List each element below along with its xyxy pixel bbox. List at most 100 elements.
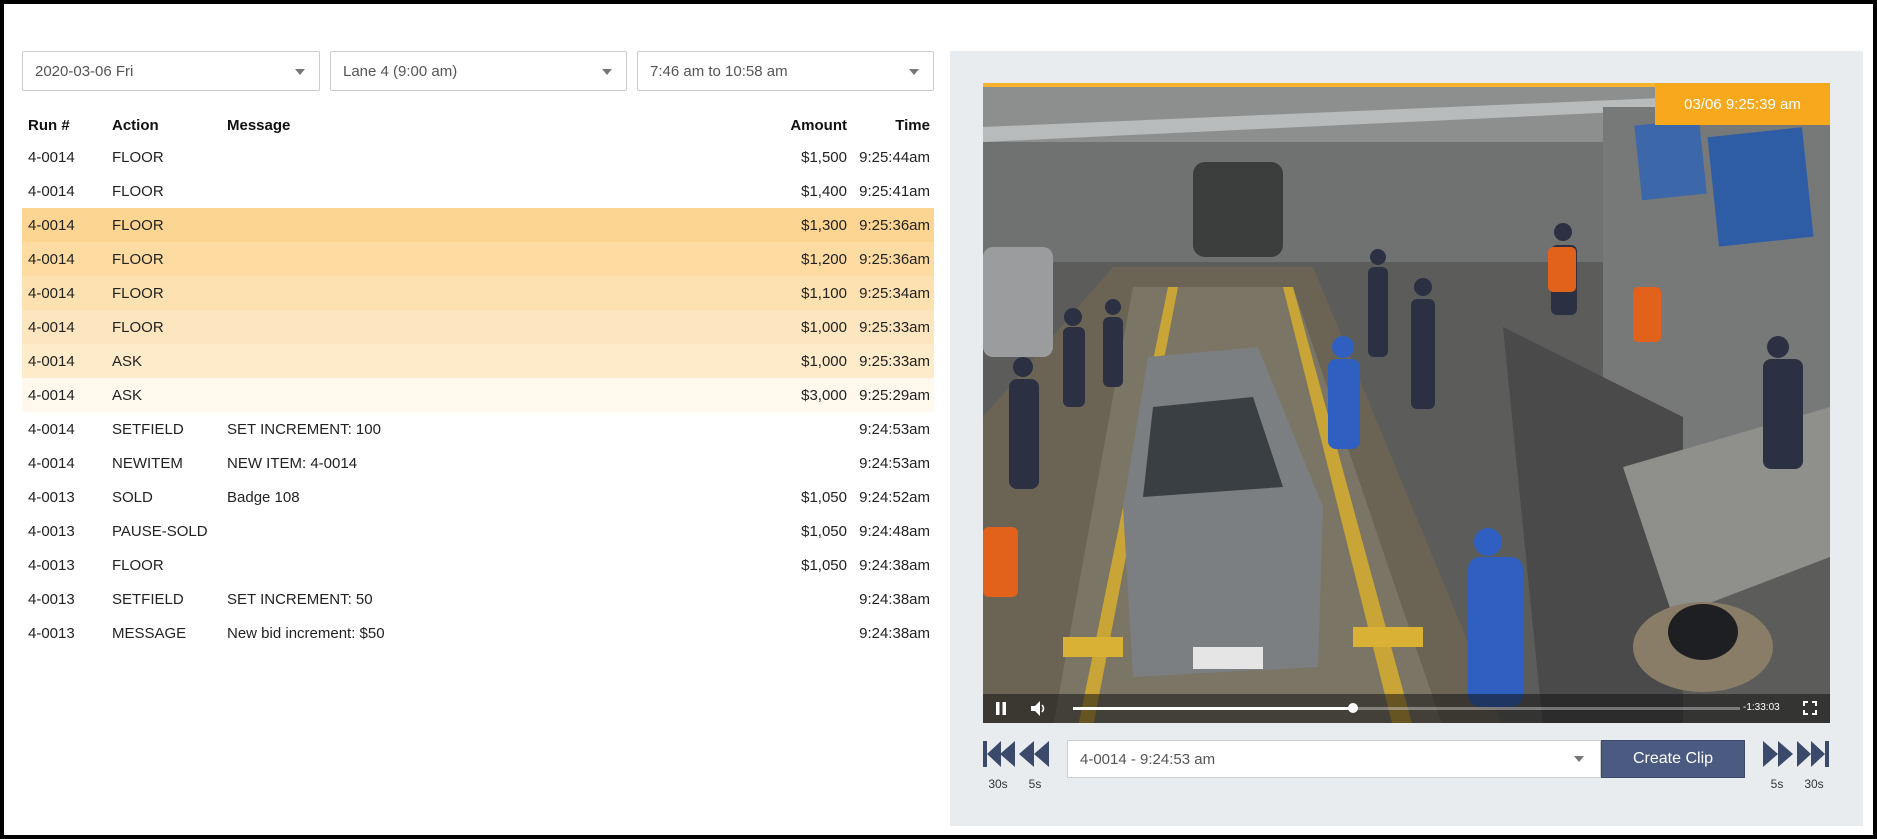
cell-time: 9:24:38am	[859, 590, 930, 608]
cell-run: 4-0014	[28, 420, 75, 438]
cell-action: FLOOR	[112, 216, 164, 234]
cell-run: 4-0014	[28, 216, 75, 234]
cell-message: Badge 108	[227, 488, 300, 506]
table-row[interactable]: 4-0013 FLOOR $1,050 9:24:38am	[22, 548, 934, 582]
table-row[interactable]: 4-0014 FLOOR $1,400 9:25:41am	[22, 174, 934, 208]
cell-action: FLOOR	[112, 182, 164, 200]
cell-action: FLOOR	[112, 318, 164, 336]
chevron-down-icon	[1574, 756, 1584, 762]
cell-run: 4-0014	[28, 250, 75, 268]
skip-back-30-button[interactable]	[983, 740, 1017, 768]
progress-fill	[1073, 707, 1354, 710]
cell-run: 4-0014	[28, 454, 75, 472]
remaining-time: -1:33:03	[1743, 702, 1780, 713]
cell-amount: $1,500	[801, 148, 847, 166]
time-range-select[interactable]: 7:46 am to 10:58 am	[637, 51, 934, 91]
cell-message: SET INCREMENT: 50	[227, 590, 373, 608]
cell-run: 4-0013	[28, 556, 75, 574]
cell-amount: $1,000	[801, 352, 847, 370]
cell-action: FLOOR	[112, 250, 164, 268]
video-player[interactable]	[983, 83, 1830, 723]
cell-action: FLOOR	[112, 556, 164, 574]
cell-run: 4-0013	[28, 624, 75, 642]
video-timestamp: 03/06 9:25:39 am	[1655, 83, 1830, 125]
cell-message: NEW ITEM: 4-0014	[227, 454, 358, 472]
table-row[interactable]: 4-0014 ASK $3,000 9:25:29am	[22, 378, 934, 412]
create-clip-button[interactable]: Create Clip	[1601, 740, 1745, 778]
time-range-select-value: 7:46 am to 10:58 am	[650, 62, 788, 80]
date-select-value: 2020-03-06 Fri	[35, 62, 134, 80]
header-time: Time	[895, 116, 930, 134]
cell-run: 4-0014	[28, 284, 75, 302]
skip-back-5-button[interactable]	[1018, 740, 1052, 768]
cell-action: FLOOR	[112, 148, 164, 166]
cell-amount: $1,200	[801, 250, 847, 268]
skip-forward-5-button[interactable]	[1760, 740, 1794, 768]
table-row[interactable]: 4-0014 FLOOR $1,500 9:25:44am	[22, 140, 934, 174]
table-row[interactable]: 4-0014 FLOOR $1,100 9:25:34am	[22, 276, 934, 310]
skip-forward-5-icon	[1763, 741, 1793, 767]
cell-time: 9:25:34am	[859, 284, 930, 302]
header-run: Run #	[28, 116, 70, 134]
cell-amount: $1,050	[801, 488, 847, 506]
pause-icon[interactable]	[995, 702, 1007, 720]
cell-run: 4-0014	[28, 318, 75, 336]
cell-action: FLOOR	[112, 284, 164, 302]
table-row[interactable]: 4-0014 NEWITEM NEW ITEM: 4-0014 9:24:53am	[22, 446, 934, 480]
cell-time: 9:25:44am	[859, 148, 930, 166]
cell-time: 9:25:36am	[859, 216, 930, 234]
cell-amount: $1,050	[801, 556, 847, 574]
table-row[interactable]: 4-0014 SETFIELD SET INCREMENT: 100 9:24:53a…	[22, 412, 934, 446]
cell-action: NEWITEM	[112, 454, 183, 472]
cell-run: 4-0013	[28, 522, 75, 540]
chevron-down-icon	[909, 69, 919, 75]
cell-time: 9:25:36am	[859, 250, 930, 268]
table-row[interactable]: 4-0013 SETFIELD SET INCREMENT: 50 9:24:38am	[22, 582, 934, 616]
table-row[interactable]: 4-0014 FLOOR $1,000 9:25:33am	[22, 310, 934, 344]
table-row[interactable]: 4-0013 PAUSE-SOLD $1,050 9:24:48am	[22, 514, 934, 548]
table-row[interactable]: 4-0013 MESSAGE New bid increment: $50 9:24:…	[22, 616, 934, 650]
cell-time: 9:24:53am	[859, 454, 930, 472]
cell-time: 9:25:29am	[859, 386, 930, 404]
cell-amount: $1,300	[801, 216, 847, 234]
fullscreen-icon[interactable]	[1803, 701, 1817, 720]
skip-forward-30-icon	[1797, 741, 1829, 767]
clip-start-value: 4-0014 - 9:24:53 am	[1080, 750, 1216, 768]
lane-select[interactable]: Lane 4 (9:00 am)	[330, 51, 627, 91]
cell-action: SETFIELD	[112, 590, 184, 608]
cell-run: 4-0014	[28, 182, 75, 200]
cell-amount: $3,000	[801, 386, 847, 404]
header-amount: Amount	[790, 116, 847, 134]
cell-action: PAUSE-SOLD	[112, 522, 208, 540]
skip-forward-5-label: 5s	[1770, 777, 1784, 791]
cell-run: 4-0013	[28, 590, 75, 608]
table-row[interactable]: 4-0013 SOLD Badge 108 $1,050 9:24:52am	[22, 480, 934, 514]
cell-action: MESSAGE	[112, 624, 187, 642]
video-frame-image	[983, 87, 1830, 723]
clip-start-select[interactable]: 4-0014 - 9:24:53 am	[1067, 740, 1601, 778]
cell-message: SET INCREMENT: 100	[227, 420, 381, 438]
skip-forward-30-label: 30s	[1804, 777, 1824, 791]
cell-amount: $1,050	[801, 522, 847, 540]
cell-action: SETFIELD	[112, 420, 184, 438]
cell-time: 9:24:48am	[859, 522, 930, 540]
skip-back-30-label: 30s	[988, 777, 1008, 791]
cell-time: 9:24:38am	[859, 624, 930, 642]
table-row[interactable]: 4-0014 FLOOR $1,200 9:25:36am	[22, 242, 934, 276]
skip-forward-30-button[interactable]	[1796, 740, 1830, 768]
cell-run: 4-0014	[28, 148, 75, 166]
table-row[interactable]: 4-0014 ASK $1,000 9:25:33am	[22, 344, 934, 378]
cell-action: ASK	[112, 352, 143, 370]
volume-icon[interactable]	[1031, 701, 1047, 721]
event-table: Run # Action Message Amount Time 4-0014 F…	[22, 110, 934, 650]
lane-select-value: Lane 4 (9:00 am)	[343, 62, 458, 80]
cell-action: SOLD	[112, 488, 153, 506]
table-row[interactable]: 4-0014 FLOOR $1,300 9:25:36am	[22, 208, 934, 242]
cell-amount: $1,000	[801, 318, 847, 336]
video-controls: -1:33:03	[983, 694, 1830, 723]
video-progress-bar[interactable]	[1073, 703, 1740, 713]
date-select[interactable]: 2020-03-06 Fri	[22, 51, 320, 91]
cell-time: 9:25:33am	[859, 318, 930, 336]
cell-time: 9:24:53am	[859, 420, 930, 438]
progress-handle[interactable]	[1348, 703, 1359, 713]
